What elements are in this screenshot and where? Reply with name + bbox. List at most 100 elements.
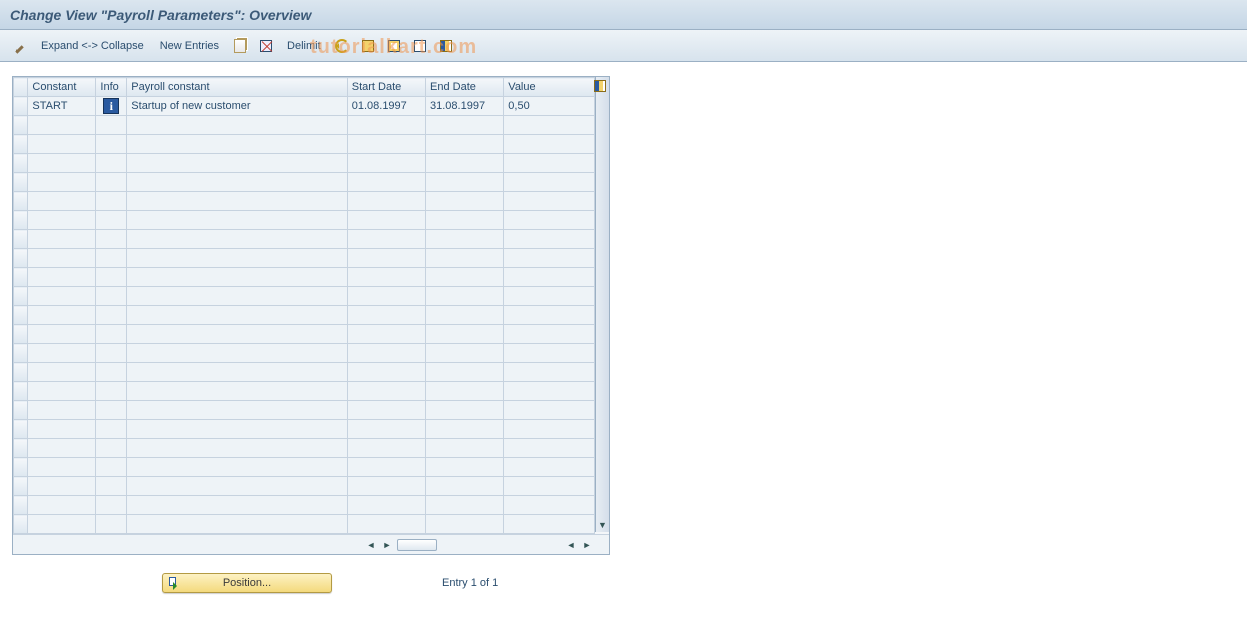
undo-change-icon[interactable] (330, 35, 354, 57)
cell-constant[interactable] (28, 439, 96, 458)
cell-payroll-constant[interactable] (127, 325, 347, 344)
cell-value[interactable] (504, 287, 595, 306)
cell-end-date[interactable] (426, 211, 504, 230)
cell-value[interactable] (504, 230, 595, 249)
cell-constant[interactable] (28, 173, 96, 192)
cell-constant[interactable] (28, 496, 96, 515)
col-header-end-date[interactable]: End Date (426, 78, 504, 97)
row-selector[interactable] (14, 116, 28, 135)
cell-start-date[interactable] (347, 268, 425, 287)
cell-end-date[interactable] (426, 306, 504, 325)
col-header-start-date[interactable]: Start Date (347, 78, 425, 97)
cell-payroll-constant[interactable] (127, 439, 347, 458)
cell-payroll-constant[interactable] (127, 173, 347, 192)
row-selector[interactable] (14, 515, 28, 534)
cell-payroll-constant[interactable] (127, 192, 347, 211)
cell-end-date[interactable] (426, 344, 504, 363)
info-icon[interactable]: i (103, 98, 119, 114)
select-block-icon[interactable] (382, 35, 406, 57)
cell-start-date[interactable] (347, 306, 425, 325)
col-header-payroll-constant[interactable]: Payroll constant (127, 78, 347, 97)
row-selector[interactable] (14, 230, 28, 249)
vertical-scrollbar[interactable]: ▲ ▼ (595, 77, 609, 532)
cell-start-date[interactable] (347, 477, 425, 496)
scroll-down-icon[interactable]: ▼ (596, 518, 609, 532)
cell-start-date[interactable] (347, 496, 425, 515)
cell-info[interactable] (96, 173, 127, 192)
row-selector[interactable] (14, 268, 28, 287)
cell-value[interactable] (504, 192, 595, 211)
row-selector[interactable] (14, 496, 28, 515)
cell-info[interactable] (96, 287, 127, 306)
cell-constant[interactable] (28, 363, 96, 382)
cell-value[interactable] (504, 401, 595, 420)
cell-end-date[interactable] (426, 116, 504, 135)
cell-info[interactable] (96, 306, 127, 325)
cell-constant[interactable] (28, 458, 96, 477)
cell-end-date[interactable] (426, 268, 504, 287)
configure-columns-icon[interactable] (434, 35, 458, 57)
cell-start-date[interactable] (347, 382, 425, 401)
cell-start-date[interactable] (347, 344, 425, 363)
cell-info[interactable] (96, 401, 127, 420)
row-selector[interactable] (14, 154, 28, 173)
cell-value[interactable] (504, 439, 595, 458)
cell-info[interactable] (96, 420, 127, 439)
cell-end-date[interactable] (426, 249, 504, 268)
cell-end-date[interactable] (426, 439, 504, 458)
cell-constant[interactable] (28, 515, 96, 534)
cell-end-date[interactable] (426, 401, 504, 420)
cell-value[interactable] (504, 306, 595, 325)
cell-value[interactable] (504, 420, 595, 439)
cell-constant[interactable] (28, 230, 96, 249)
cell-constant[interactable] (28, 420, 96, 439)
cell-payroll-constant[interactable] (127, 515, 347, 534)
cell-end-date[interactable] (426, 420, 504, 439)
cell-info[interactable] (96, 192, 127, 211)
cell-payroll-constant[interactable] (127, 496, 347, 515)
cell-start-date[interactable] (347, 135, 425, 154)
row-selector[interactable] (14, 211, 28, 230)
cell-payroll-constant[interactable] (127, 116, 347, 135)
cell-payroll-constant[interactable] (127, 477, 347, 496)
toggle-change-display-icon[interactable] (8, 35, 32, 57)
cell-value[interactable] (504, 211, 595, 230)
row-selector[interactable] (14, 401, 28, 420)
cell-start-date[interactable]: 01.08.1997 (347, 97, 425, 116)
cell-start-date[interactable] (347, 154, 425, 173)
cell-start-date[interactable] (347, 458, 425, 477)
cell-start-date[interactable] (347, 401, 425, 420)
row-selector[interactable] (14, 173, 28, 192)
row-selector[interactable] (14, 97, 28, 116)
row-selector[interactable] (14, 249, 28, 268)
cell-value[interactable] (504, 344, 595, 363)
cell-info[interactable] (96, 135, 127, 154)
cell-payroll-constant[interactable] (127, 154, 347, 173)
row-selector[interactable] (14, 192, 28, 211)
cell-end-date[interactable] (426, 458, 504, 477)
cell-constant[interactable] (28, 192, 96, 211)
cell-info[interactable] (96, 116, 127, 135)
cell-end-date[interactable] (426, 477, 504, 496)
delimit-button[interactable]: Delimit (280, 35, 328, 57)
cell-info[interactable] (96, 439, 127, 458)
cell-start-date[interactable] (347, 325, 425, 344)
cell-end-date[interactable] (426, 154, 504, 173)
cell-info[interactable] (96, 382, 127, 401)
col-header-constant[interactable]: Constant (28, 78, 96, 97)
cell-constant[interactable]: START (28, 97, 96, 116)
row-selector[interactable] (14, 306, 28, 325)
cell-constant[interactable] (28, 401, 96, 420)
col-header-value[interactable]: Value (504, 78, 595, 97)
cell-constant[interactable] (28, 116, 96, 135)
cell-payroll-constant[interactable] (127, 363, 347, 382)
cell-payroll-constant[interactable] (127, 211, 347, 230)
cell-constant[interactable] (28, 287, 96, 306)
cell-constant[interactable] (28, 154, 96, 173)
cell-info[interactable] (96, 515, 127, 534)
cell-end-date[interactable] (426, 230, 504, 249)
row-selector[interactable] (14, 325, 28, 344)
scroll-track[interactable] (596, 91, 609, 518)
cell-value[interactable] (504, 382, 595, 401)
cell-end-date[interactable] (426, 287, 504, 306)
